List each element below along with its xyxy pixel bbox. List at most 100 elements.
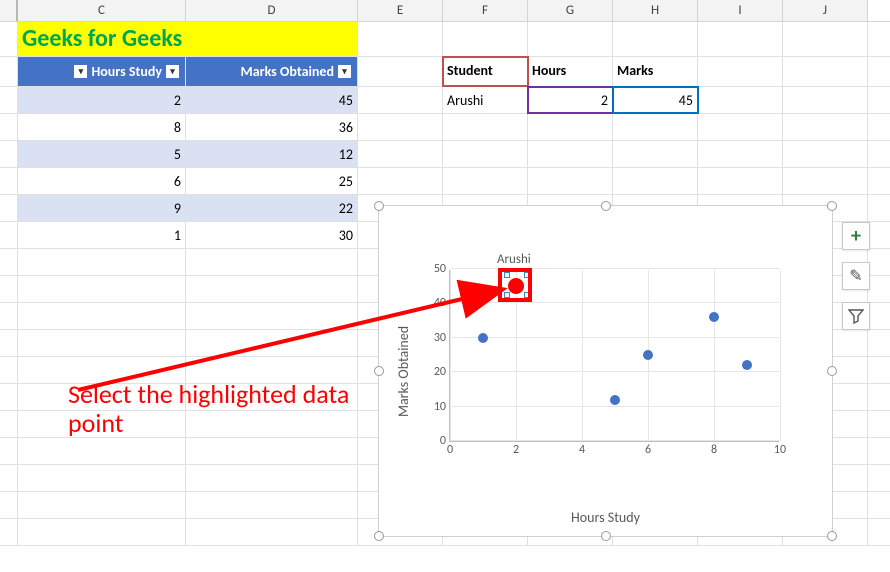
cell[interactable] <box>443 141 528 167</box>
cell-marks[interactable]: 36 <box>186 114 358 140</box>
col-header-G[interactable]: G <box>528 0 613 21</box>
data-point[interactable] <box>742 360 752 370</box>
highlight-box <box>498 268 532 302</box>
data-point[interactable] <box>610 395 620 405</box>
y-axis-title[interactable]: Marks Obtained <box>395 266 411 476</box>
cell-marks[interactable]: 12 <box>186 141 358 167</box>
lookup-hours[interactable]: 2 <box>528 87 613 113</box>
table-row: 2 45 Arushi 2 45 <box>0 87 890 114</box>
cell[interactable] <box>613 22 698 56</box>
chart-filter-button[interactable] <box>842 302 870 330</box>
cell[interactable] <box>783 87 868 113</box>
chart-styles-button[interactable]: ✎ <box>842 262 870 290</box>
cell[interactable] <box>443 22 528 56</box>
col-header-C[interactable]: C <box>18 0 186 21</box>
cell-hours[interactable]: 6 <box>18 168 186 194</box>
resize-handle[interactable] <box>374 201 384 211</box>
col-header-J[interactable]: J <box>783 0 868 21</box>
table-row: 6 25 <box>0 168 890 195</box>
data-point[interactable] <box>643 350 653 360</box>
table-row: 8 36 <box>0 114 890 141</box>
col-header-I[interactable]: I <box>698 0 783 21</box>
corner-cell[interactable] <box>0 0 18 21</box>
cell[interactable] <box>613 168 698 194</box>
cell[interactable] <box>613 141 698 167</box>
x-axis-title[interactable]: Hours Study <box>379 509 832 526</box>
chart-elements-button[interactable]: + <box>842 222 870 250</box>
table-header-hours[interactable]: ▾ Hours Study ▾ <box>18 57 186 86</box>
table-header-marks[interactable]: Marks Obtained ▾ <box>186 57 358 86</box>
filter-dropdown-icon[interactable]: ▾ <box>74 65 87 78</box>
cell[interactable] <box>783 114 868 140</box>
cell[interactable] <box>698 57 783 86</box>
chart-object[interactable]: Marks Obtained Arushi 010203040500246810… <box>378 205 833 537</box>
cell[interactable] <box>358 141 443 167</box>
filter-dropdown-icon[interactable]: ▾ <box>166 65 179 78</box>
cell-marks[interactable]: 30 <box>186 222 358 248</box>
cell[interactable] <box>358 57 443 86</box>
cell[interactable] <box>358 22 443 56</box>
resize-handle[interactable] <box>827 366 837 376</box>
lookup-student[interactable]: Arushi <box>443 87 528 113</box>
lookup-header-student[interactable]: Student <box>443 57 528 86</box>
x-tick: 4 <box>567 441 597 457</box>
resize-handle[interactable] <box>601 531 611 541</box>
data-point[interactable] <box>709 312 719 322</box>
cell-marks[interactable]: 45 <box>186 87 358 113</box>
col-header-F[interactable]: F <box>443 0 528 21</box>
filter-dropdown-icon[interactable]: ▾ <box>338 65 351 78</box>
cell-hours[interactable]: 1 <box>18 222 186 248</box>
cell[interactable] <box>698 87 783 113</box>
cell[interactable] <box>528 22 613 56</box>
x-tick: 10 <box>765 441 795 457</box>
col-header-D[interactable]: D <box>186 0 358 21</box>
cell[interactable] <box>698 22 783 56</box>
cell[interactable] <box>528 168 613 194</box>
plus-icon: + <box>851 224 861 248</box>
data-point[interactable] <box>478 333 488 343</box>
lookup-header-marks[interactable]: Marks <box>613 57 698 86</box>
x-tick: 2 <box>501 441 531 457</box>
cell[interactable] <box>358 168 443 194</box>
header-label: Marks Obtained <box>240 58 334 85</box>
cell-marks[interactable]: 22 <box>186 195 358 221</box>
cell-marks[interactable]: 25 <box>186 168 358 194</box>
resize-handle[interactable] <box>374 531 384 541</box>
x-tick: 8 <box>699 441 729 457</box>
resize-handle[interactable] <box>827 531 837 541</box>
cell[interactable] <box>613 114 698 140</box>
cell[interactable] <box>783 22 868 56</box>
cell[interactable] <box>783 141 868 167</box>
cell-hours[interactable]: 8 <box>18 114 186 140</box>
cell[interactable] <box>698 114 783 140</box>
lookup-header-hours[interactable]: Hours <box>528 57 613 86</box>
cell-hours[interactable]: 5 <box>18 141 186 167</box>
col-header-H[interactable]: H <box>613 0 698 21</box>
y-tick: 50 <box>426 262 450 276</box>
data-label-arushi[interactable]: Arushi <box>497 252 531 267</box>
row-gutter <box>0 57 18 86</box>
title-cell-overflow[interactable] <box>186 22 358 56</box>
resize-handle[interactable] <box>827 201 837 211</box>
cell-hours[interactable]: 9 <box>18 195 186 221</box>
cell-hours[interactable]: 2 <box>18 87 186 113</box>
cell[interactable] <box>698 141 783 167</box>
cell[interactable] <box>528 114 613 140</box>
cell[interactable] <box>783 168 868 194</box>
x-tick: 0 <box>435 441 465 457</box>
cell[interactable] <box>443 114 528 140</box>
resize-handle[interactable] <box>601 201 611 211</box>
cell[interactable] <box>698 168 783 194</box>
plot-area[interactable]: 010203040500246810 <box>449 270 779 442</box>
row-headers: ▾ Hours Study ▾ Marks Obtained ▾ Student… <box>0 57 890 87</box>
lookup-marks[interactable]: 45 <box>613 87 698 113</box>
cell[interactable] <box>358 114 443 140</box>
cell[interactable] <box>783 57 868 86</box>
cell[interactable] <box>528 141 613 167</box>
row-gutter <box>0 114 18 140</box>
col-header-E[interactable]: E <box>358 0 443 21</box>
cell[interactable] <box>358 87 443 113</box>
title-cell[interactable]: Geeks for Geeks <box>18 22 186 56</box>
cell[interactable] <box>443 168 528 194</box>
resize-handle[interactable] <box>374 366 384 376</box>
